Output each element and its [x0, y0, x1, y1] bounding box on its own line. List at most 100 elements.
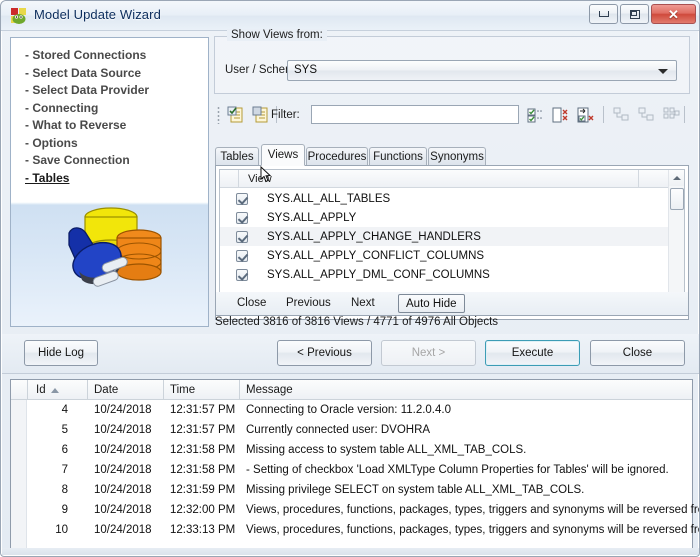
close-dialog-button[interactable]: Close	[590, 340, 685, 366]
step-select-data-provider[interactable]: - Select Data Provider	[25, 82, 149, 100]
hide-log-button[interactable]: Hide Log	[24, 340, 98, 366]
step-what-to-reverse[interactable]: - What to Reverse	[25, 117, 149, 135]
table-row[interactable]: SYS.ALL_ALL_TABLES	[220, 189, 669, 208]
user-schema-dropdown[interactable]: SYS	[287, 60, 677, 81]
view-name: SYS.ALL_APPLY_CHANGE_HANDLERS	[267, 230, 481, 243]
log-col-date[interactable]: Date	[94, 384, 118, 396]
log-cell-date: 10/24/2018	[94, 424, 152, 436]
minimize-button[interactable]	[589, 4, 618, 24]
step-save-connection[interactable]: - Save Connection	[25, 152, 149, 170]
deselect-all-views-icon[interactable]	[251, 105, 271, 125]
previous-button[interactable]: < Previous	[277, 340, 372, 366]
panel-dock-bar: Close Previous Next Auto Hide	[215, 292, 689, 316]
step-options[interactable]: - Options	[25, 135, 149, 153]
wizard-icon	[10, 7, 28, 25]
dock-previous-link[interactable]: Previous	[286, 297, 331, 309]
table-row[interactable]: SYS.ALL_APPLY_CHANGE_HANDLERS	[220, 227, 669, 246]
table-row[interactable]: SYS.ALL_APPLY	[220, 208, 669, 227]
views-toolbar: Filter:	[214, 102, 690, 128]
table-row[interactable]: 4 10/24/2018 12:31:57 PM Connecting to O…	[11, 400, 692, 420]
log-cell-id: 8	[61, 484, 68, 496]
table-row[interactable]: 10 10/24/2018 12:33:13 PM Views, procedu…	[11, 520, 699, 540]
execute-button[interactable]: Execute	[485, 340, 580, 366]
row-checkbox[interactable]	[236, 230, 248, 243]
log-grid: Id Date Time Message 4 10/24/2018 12:31:…	[10, 379, 699, 549]
grid-toggle-icon	[661, 105, 681, 125]
wizard-steps-panel: - Stored Connections - Select Data Sourc…	[10, 37, 209, 327]
object-type-tabs: Tables Views Procedures Functions Synony…	[215, 144, 689, 166]
table-row[interactable]: 5 10/24/2018 12:31:57 PM Currently conne…	[11, 420, 692, 440]
log-cell-message: Connecting to Oracle version: 11.2.0.4.0	[246, 404, 451, 416]
tab-tables[interactable]: Tables	[215, 147, 259, 165]
log-cell-time: 12:33:13 PM	[170, 524, 236, 536]
table-row[interactable]: 7 10/24/2018 12:31:58 PM - Setting of ch…	[11, 460, 692, 480]
tab-synonyms[interactable]: Synonyms	[428, 147, 486, 165]
step-select-data-source[interactable]: - Select Data Source	[25, 65, 149, 83]
user-schema-value: SYS	[294, 64, 318, 76]
filter-input[interactable]	[311, 105, 519, 124]
auto-hide-button[interactable]: Auto Hide	[398, 294, 465, 313]
mouse-cursor-icon	[260, 165, 272, 183]
window-status-bar	[2, 548, 699, 555]
table-row[interactable]: 8 10/24/2018 12:31:59 PM Missing privile…	[11, 480, 692, 500]
table-row[interactable]: 9 10/24/2018 12:32:00 PM Views, procedur…	[11, 500, 699, 520]
window-controls: ✕	[589, 4, 696, 24]
select-all-views-icon[interactable]	[226, 105, 246, 125]
log-cell-message: Currently connected user: DVOHRA	[246, 424, 431, 436]
row-checkbox[interactable]	[236, 268, 248, 281]
tab-views[interactable]: Views	[261, 144, 305, 166]
log-cell-id: 10	[55, 524, 68, 536]
log-col-id[interactable]: Id	[36, 384, 46, 396]
scrollbar-thumb[interactable]	[670, 188, 684, 210]
uncheck-column-icon[interactable]	[551, 105, 571, 125]
log-cell-time: 12:31:57 PM	[170, 424, 236, 436]
log-cell-id: 6	[61, 444, 68, 456]
row-checkbox[interactable]	[236, 211, 248, 224]
log-cell-message: Missing privilege SELECT on system table…	[246, 484, 585, 496]
dock-close-link[interactable]: Close	[237, 297, 266, 309]
table-row[interactable]: 6 10/24/2018 12:31:58 PM Missing access …	[11, 440, 692, 460]
log-cell-id: 9	[61, 504, 68, 516]
row-checkbox[interactable]	[236, 249, 248, 262]
title-bar: Model Update Wizard ✕	[1, 1, 699, 31]
wizard-action-bar: Hide Log Close after Execution < Previou…	[2, 334, 699, 374]
scroll-up-button[interactable]	[669, 170, 684, 186]
model-update-wizard-window: Model Update Wizard ✕ - Stored Connectio…	[0, 0, 700, 557]
minimize-icon	[598, 11, 609, 17]
database-plug-icon	[49, 193, 179, 303]
wizard-step-list: - Stored Connections - Select Data Sourc…	[25, 47, 149, 187]
selection-status: Selected 3816 of 3816 Views / 4771 of 49…	[215, 316, 499, 328]
log-col-message[interactable]: Message	[246, 384, 293, 396]
log-cell-id: 7	[61, 464, 68, 476]
maximize-button[interactable]	[620, 4, 649, 24]
log-cell-time: 12:31:58 PM	[170, 464, 236, 476]
views-list-header: View	[220, 170, 684, 188]
log-cell-date: 10/24/2018	[94, 504, 152, 516]
step-stored-connections[interactable]: - Stored Connections	[25, 47, 149, 65]
toolbar-grip[interactable]	[217, 106, 220, 124]
next-button: Next >	[381, 340, 476, 366]
table-row[interactable]: SYS.ALL_APPLY_DML_CONF_COLUMNS	[220, 265, 669, 284]
step-connecting[interactable]: - Connecting	[25, 100, 149, 118]
step-tables[interactable]: - Tables	[25, 170, 149, 188]
close-button[interactable]: ✕	[651, 4, 696, 24]
invert-selection-icon[interactable]	[576, 105, 596, 125]
log-row-group: 4 10/24/2018 12:31:57 PM Connecting to O…	[11, 400, 699, 540]
table-row[interactable]: SYS.ALL_APPLY_CONFLICT_COLUMNS	[220, 246, 669, 265]
view-name: SYS.ALL_APPLY	[267, 211, 357, 224]
log-cell-message: - Setting of checkbox 'Load XMLType Colu…	[246, 464, 669, 476]
log-cell-message: Missing access to system table ALL_XML_T…	[246, 444, 527, 456]
tab-procedures[interactable]: Procedures	[306, 147, 368, 165]
log-col-time[interactable]: Time	[170, 384, 195, 396]
log-cell-message: Views, procedures, functions, packages, …	[246, 524, 700, 536]
tab-functions[interactable]: Functions	[369, 147, 427, 165]
chevron-down-icon	[658, 69, 668, 74]
log-cell-date: 10/24/2018	[94, 464, 152, 476]
maximize-icon	[629, 9, 640, 19]
dock-next-link[interactable]: Next	[351, 297, 375, 309]
check-list-icon[interactable]	[526, 105, 546, 125]
view-name: SYS.ALL_APPLY_DML_CONF_COLUMNS	[267, 268, 490, 281]
row-checkbox[interactable]	[236, 192, 248, 205]
log-cell-time: 12:31:58 PM	[170, 444, 236, 456]
expand-tree-icon	[611, 105, 631, 125]
